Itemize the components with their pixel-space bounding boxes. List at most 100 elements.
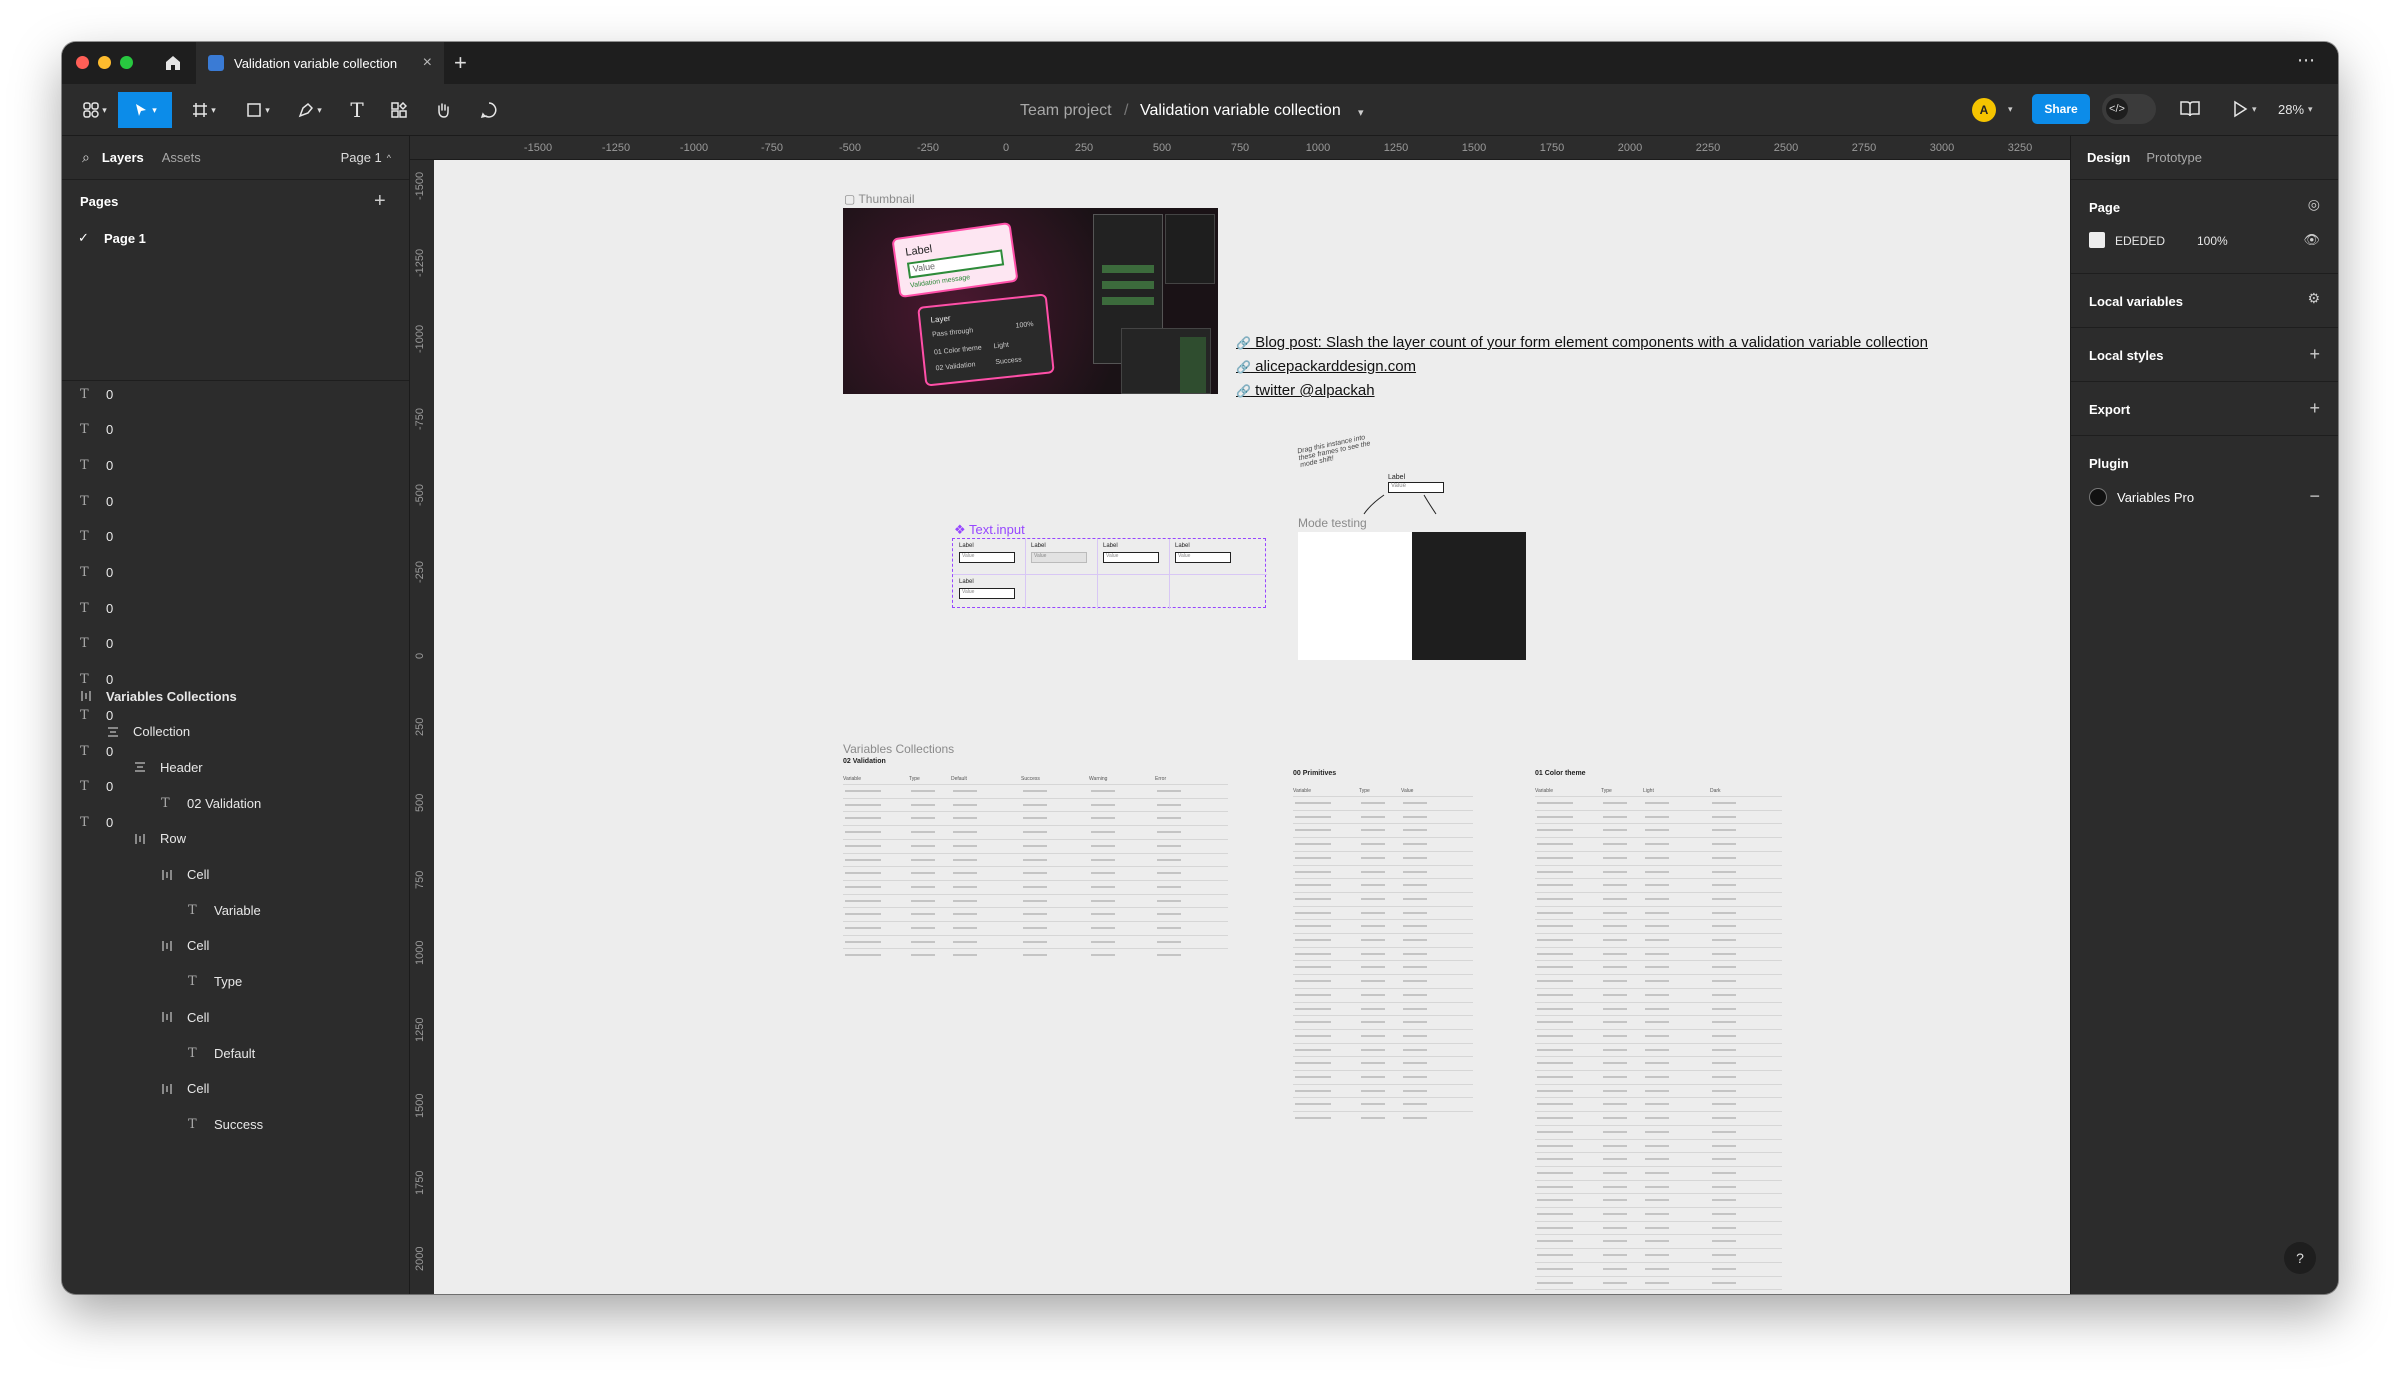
eye-icon[interactable]: 👁 [2303,232,2320,248]
tab-prototype[interactable]: Prototype [2146,150,2202,165]
layer-row[interactable]: T 02 Validation [161,791,261,815]
canvas[interactable]: ▢ Thumbnail Label Value Validation messa… [434,160,2070,1294]
dev-mode-toggle[interactable]: </> [2102,94,2156,124]
hand-tool-button[interactable] [428,92,458,128]
mode-frame-dark[interactable] [1412,532,1526,660]
layer-row[interactable]: Collection [107,720,190,744]
layer-row[interactable]: T0 [80,418,113,442]
library-button[interactable] [2180,100,2200,123]
more-options-icon[interactable]: ⋯ [2297,50,2316,71]
close-window-button[interactable] [76,56,89,69]
pen-tool-button[interactable]: ▾ [290,92,330,128]
table-cell [845,954,881,957]
variables-settings-icon[interactable]: ⚙ [2307,290,2320,307]
page-color-hex[interactable]: EDEDED [2115,234,2165,248]
layer-row[interactable]: T0 [80,632,113,656]
plugin-name[interactable]: Variables Pro [2117,490,2194,505]
component-set-frame[interactable]: Label Value Label Value Label Value Label Value… [952,538,1267,609]
present-button[interactable]: ▾ [2232,100,2257,118]
page-selector[interactable]: Page 1 [341,150,382,165]
canvas-link[interactable]: 🔗 twitter @alpackah [1236,382,1375,399]
table-cell [1157,803,1181,806]
tab-close-icon[interactable]: × [423,54,432,72]
table-cell [1537,1103,1573,1106]
mode-testing-label[interactable]: Mode testing [1298,516,1367,530]
share-button[interactable]: Share [2032,94,2090,124]
help-button[interactable]: ? [2284,1242,2316,1274]
variant-input[interactable]: Value [1175,552,1231,563]
layer-row[interactable]: T0 [80,810,113,834]
home-icon[interactable] [162,52,184,74]
file-tab[interactable]: Validation variable collection × [196,42,444,84]
page-selector-chevron-icon[interactable]: ^ [387,153,391,163]
variant-input[interactable]: Value [959,552,1015,563]
layer-row[interactable]: Cell [161,1077,209,1101]
layer-row[interactable]: T0 [80,453,113,477]
tab-layers[interactable]: Layers [102,150,144,165]
local-styles-section[interactable]: Local styles + [2071,328,2338,382]
layer-row[interactable]: Cell [161,1005,209,1029]
layer-row[interactable]: Variables Collections [80,684,237,708]
export-section[interactable]: Export + [2071,382,2338,436]
maximize-window-button[interactable] [120,56,133,69]
new-tab-button[interactable]: + [454,50,467,76]
table-cell [1295,1021,1331,1024]
frame-tool-button[interactable]: ▾ [184,92,224,128]
layer-row[interactable]: Header [134,755,203,779]
add-style-icon[interactable]: + [2309,344,2320,365]
thumbnail-frame-label[interactable]: ▢ Thumbnail [844,192,915,206]
move-tool-button[interactable]: ▾ [118,92,172,128]
layer-row[interactable]: T Default [188,1041,255,1065]
layer-row[interactable]: Cell [161,934,209,958]
canvas-link[interactable]: 🔗 alicepackarddesign.com [1236,358,1416,375]
layer-row[interactable]: T Success [188,1112,263,1136]
tab-design[interactable]: Design [2087,150,2130,165]
comment-tool-button[interactable] [474,92,504,128]
table-cell [1403,843,1427,846]
variant-input[interactable]: Value [1031,552,1087,563]
add-export-icon[interactable]: + [2309,398,2320,419]
layer-row[interactable]: T Variable [188,898,261,922]
main-menu-button[interactable]: ▾ [76,92,114,128]
text-tool-button[interactable]: T [342,92,372,128]
layer-row[interactable]: T0 [80,489,113,513]
canvas-link[interactable]: 🔗 Blog post: Slash the layer count of yo… [1236,334,1928,351]
variant-input[interactable]: Value [1103,552,1159,563]
local-variables-section[interactable]: Local variables ⚙ [2071,274,2338,328]
breadcrumb-team[interactable]: Team project [1020,102,1112,120]
thumbnail-frame[interactable]: Label Value Validation message Layer Pas… [843,208,1218,394]
page-opacity[interactable]: 100% [2197,234,2228,248]
search-icon[interactable]: ⌕ [82,149,90,166]
resources-tool-button[interactable] [384,92,414,128]
page-color-swatch[interactable] [2089,232,2105,248]
component-set-label[interactable]: ❖ Text.input [954,522,1025,538]
minimize-window-button[interactable] [98,56,111,69]
layer-row[interactable]: T0 [80,382,113,406]
layer-row[interactable]: Row [134,827,186,851]
user-avatar[interactable]: A [1972,98,1996,122]
table-cell [1023,803,1047,806]
variables-collections-label[interactable]: Variables Collections [843,742,954,756]
component-toggle-icon[interactable]: ◎ [2308,196,2320,213]
layer-row[interactable]: T0 [80,525,113,549]
layer-row[interactable]: Cell [161,863,209,887]
avatar-letter: A [1972,98,1996,122]
remove-plugin-icon[interactable]: − [2309,486,2320,507]
avatar-chevron-icon[interactable]: ▾ [2008,104,2013,115]
table-cell [1603,1062,1627,1065]
table-row [1535,1207,1782,1208]
shape-tool-button[interactable]: ▾ [238,92,278,128]
mode-frame-light[interactable] [1298,532,1412,660]
variant-input[interactable]: Value [959,588,1015,599]
tab-assets[interactable]: Assets [162,150,201,165]
layer-row[interactable]: T0 [80,775,113,799]
zoom-control[interactable]: 28% ▾ [2278,102,2313,117]
layer-row[interactable]: T Type [188,970,242,994]
page-item[interactable]: ✓ Page 1 [78,230,146,246]
file-menu-chevron-icon[interactable]: ▾ [1358,106,1364,119]
breadcrumb-file[interactable]: Validation variable collection [1140,102,1341,120]
table-cell [845,790,881,792]
layer-row[interactable]: T0 [80,561,113,585]
add-page-button[interactable]: + [374,190,386,213]
layer-row[interactable]: T0 [80,596,113,620]
